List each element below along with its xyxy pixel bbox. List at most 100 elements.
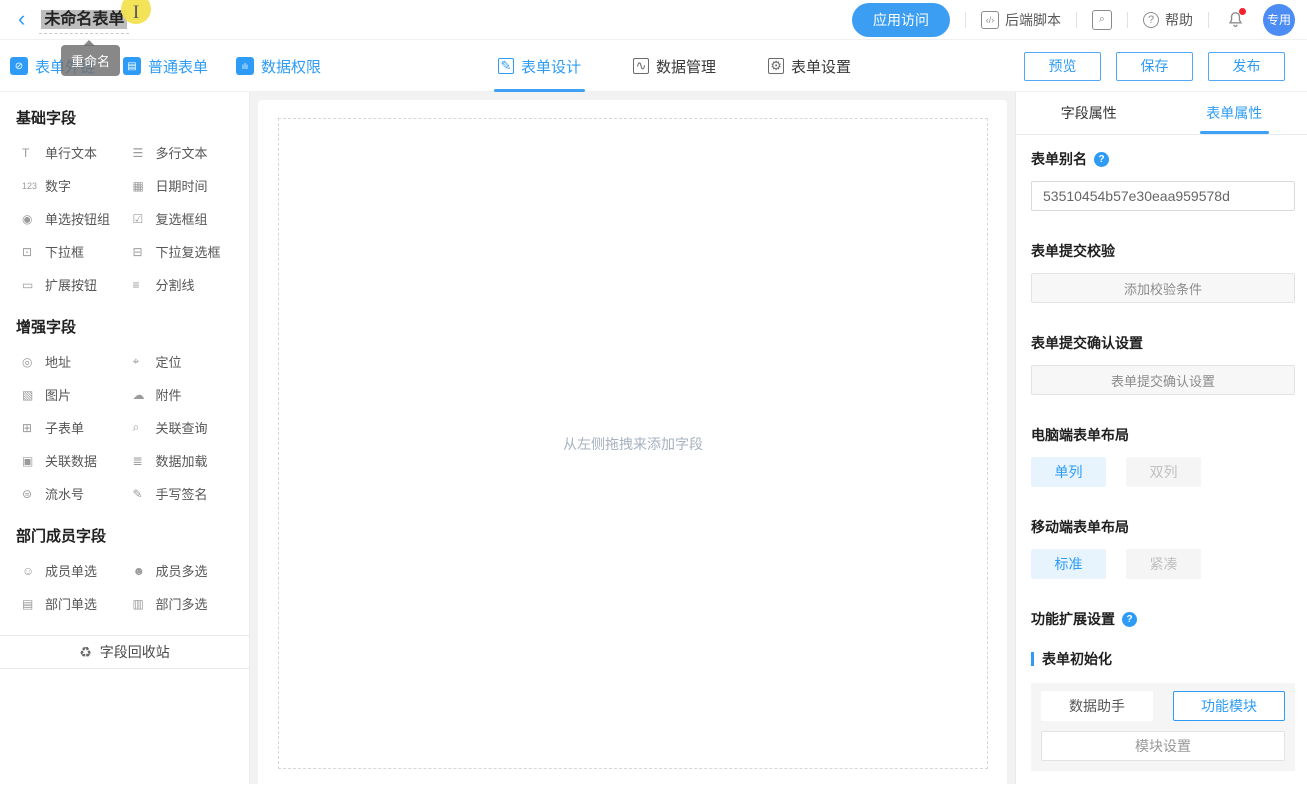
field-item-datetime[interactable]: ▦日期时间 bbox=[133, 169, 244, 202]
preview-button[interactable]: 预览 bbox=[1024, 52, 1101, 81]
submit-confirm-button[interactable]: 表单提交确认设置 bbox=[1031, 365, 1295, 395]
divider-icon: ≡ bbox=[133, 278, 153, 292]
field-item-member-multi[interactable]: ☻成员多选 bbox=[133, 554, 244, 587]
field-item-data-load[interactable]: ≣数据加载 bbox=[133, 444, 244, 477]
tab-form-design-label: 表单设计 bbox=[521, 56, 581, 77]
pc-layout-options: 单列 双列 bbox=[1031, 457, 1295, 487]
field-item-image[interactable]: ▧图片 bbox=[22, 378, 133, 411]
tab-field-properties[interactable]: 字段属性 bbox=[1016, 92, 1162, 134]
field-item-serial-number[interactable]: ⊜流水号 bbox=[22, 477, 133, 510]
tab-form-design[interactable]: ✎ 表单设计 bbox=[498, 40, 581, 92]
field-recycle-bin-button[interactable]: ♻ 字段回收站 bbox=[0, 635, 249, 669]
center-tabs: ✎ 表单设计 ∿ 数据管理 ⚙ 表单设置 bbox=[498, 40, 903, 92]
publish-button[interactable]: 发布 bbox=[1208, 52, 1285, 81]
field-label: 复选框组 bbox=[156, 209, 208, 228]
field-item-multi-line-text[interactable]: ☰多行文本 bbox=[133, 136, 244, 169]
field-label: 数据加载 bbox=[156, 451, 208, 470]
field-item-extend-button[interactable]: ▭扩展按钮 bbox=[22, 268, 133, 301]
audit-log-icon[interactable]: ⌕ bbox=[1092, 10, 1112, 30]
field-item-subform[interactable]: ⊞子表单 bbox=[22, 411, 133, 444]
field-item-checkbox-group[interactable]: ☑复选框组 bbox=[133, 202, 244, 235]
field-item-attachment[interactable]: ☁附件 bbox=[133, 378, 244, 411]
field-label: 流水号 bbox=[45, 484, 84, 503]
enhanced-fields-grid: ◎地址 ⌖定位 ▧图片 ☁附件 ⊞子表单 ⌕关联查询 ▣关联数据 ≣数据加载 ⊜… bbox=[0, 345, 249, 510]
data-load-icon: ≣ bbox=[133, 454, 153, 468]
field-label: 单行文本 bbox=[45, 143, 97, 162]
spacer bbox=[1153, 691, 1173, 721]
field-item-member-single[interactable]: ☺成员单选 bbox=[22, 554, 133, 587]
field-label: 部门单选 bbox=[45, 594, 97, 613]
field-item-signature[interactable]: ✎手写签名 bbox=[133, 477, 244, 510]
canvas-background: 从左侧拖拽来添加字段 bbox=[250, 92, 1015, 784]
search-doc-icon: ⌕ bbox=[133, 420, 153, 435]
data-assistant-button[interactable]: 数据助手 bbox=[1041, 691, 1153, 721]
field-item-divider[interactable]: ≡分割线 bbox=[133, 268, 244, 301]
field-label: 下拉复选框 bbox=[156, 242, 221, 261]
field-item-single-line-text[interactable]: T单行文本 bbox=[22, 136, 133, 169]
topbar: ‹ 未命名表单 I 重命名 应用访问 ‹/› 后端脚本 ⌕ ? 帮助 bbox=[0, 0, 1307, 40]
field-label: 子表单 bbox=[45, 418, 84, 437]
field-label: 多行文本 bbox=[156, 143, 208, 162]
tab-data-management-label: 数据管理 bbox=[656, 56, 716, 77]
properties-tabs: 字段属性 表单属性 bbox=[1016, 92, 1307, 135]
field-item-location[interactable]: ⌖定位 bbox=[133, 345, 244, 378]
recycle-icon: ♻ bbox=[79, 644, 92, 661]
avatar[interactable]: 专用 bbox=[1263, 4, 1295, 36]
module-settings-button[interactable]: 模块设置 bbox=[1041, 731, 1285, 761]
form-alias-label-row: 表单别名 ? bbox=[1031, 149, 1295, 169]
field-dropzone[interactable]: 从左侧拖拽来添加字段 bbox=[278, 118, 988, 769]
form-designer-app: ‹ 未命名表单 I 重命名 应用访问 ‹/› 后端脚本 ⌕ ? 帮助 bbox=[0, 0, 1307, 785]
save-button[interactable]: 保存 bbox=[1116, 52, 1193, 81]
data-permission-button[interactable]: ılı 数据权限 bbox=[236, 56, 321, 77]
text-cursor-icon: I bbox=[133, 2, 139, 24]
field-item-radio-group[interactable]: ◉单选按钮组 bbox=[22, 202, 133, 235]
people-icon: ☻ bbox=[133, 564, 153, 578]
add-validation-button[interactable]: 添加校验条件 bbox=[1031, 273, 1295, 303]
divider bbox=[965, 12, 966, 28]
extension-help-icon[interactable]: ? bbox=[1122, 612, 1137, 627]
field-palette-sidebar: 基础字段 T单行文本 ☰多行文本 123数字 ▦日期时间 ◉单选按钮组 ☑复选框… bbox=[0, 92, 250, 784]
field-item-related-query[interactable]: ⌕关联查询 bbox=[133, 411, 244, 444]
pc-layout-single-column[interactable]: 单列 bbox=[1031, 457, 1106, 487]
field-item-address[interactable]: ◎地址 bbox=[22, 345, 133, 378]
back-icon[interactable]: ‹ bbox=[18, 9, 25, 29]
section-basic-fields: 基础字段 bbox=[16, 107, 233, 128]
alias-help-icon[interactable]: ? bbox=[1094, 152, 1109, 167]
section-bar bbox=[1031, 652, 1034, 666]
form-title[interactable]: 未命名表单 bbox=[41, 10, 127, 29]
form-canvas: 从左侧拖拽来添加字段 bbox=[258, 100, 1007, 784]
form-toolbar: ⊘ 表单外链 ▤ 普通表单 ılı 数据权限 ✎ 表单设计 ∿ 数据管理 ⚙ bbox=[0, 40, 1307, 92]
tab-data-management[interactable]: ∿ 数据管理 bbox=[633, 40, 716, 92]
field-label: 图片 bbox=[45, 385, 71, 404]
field-label: 下拉框 bbox=[45, 242, 84, 261]
form-alias-input[interactable] bbox=[1031, 181, 1295, 211]
field-label: 定位 bbox=[156, 352, 182, 371]
bar-chart-icon: ılı bbox=[236, 57, 254, 75]
pc-layout-double-column[interactable]: 双列 bbox=[1126, 457, 1201, 487]
normal-form-button[interactable]: ▤ 普通表单 bbox=[123, 56, 208, 77]
field-item-dept-single[interactable]: ▤部门单选 bbox=[22, 587, 133, 620]
dropzone-placeholder: 从左侧拖拽来添加字段 bbox=[563, 434, 703, 454]
app-access-button[interactable]: 应用访问 bbox=[852, 3, 950, 37]
field-item-dropdown[interactable]: ⊡下拉框 bbox=[22, 235, 133, 268]
help-button[interactable]: ? 帮助 bbox=[1143, 10, 1193, 30]
topbar-right: 应用访问 ‹/› 后端脚本 ⌕ ? 帮助 专用 bbox=[852, 3, 1295, 37]
mobile-layout-compact[interactable]: 紧凑 bbox=[1126, 549, 1201, 579]
paperclip-icon: ⊘ bbox=[10, 57, 28, 75]
field-item-related-data[interactable]: ▣关联数据 bbox=[22, 444, 133, 477]
field-item-dept-multi[interactable]: ▥部门多选 bbox=[133, 587, 244, 620]
mobile-layout-standard[interactable]: 标准 bbox=[1031, 549, 1106, 579]
notifications-button[interactable] bbox=[1226, 10, 1245, 29]
image-icon: ▧ bbox=[22, 388, 42, 402]
field-item-number[interactable]: 123数字 bbox=[22, 169, 133, 202]
tab-form-settings[interactable]: ⚙ 表单设置 bbox=[768, 40, 851, 92]
form-title-field[interactable]: 未命名表单 bbox=[39, 5, 129, 34]
backend-script-button[interactable]: ‹/› 后端脚本 bbox=[981, 10, 1061, 30]
calendar-icon: ▦ bbox=[133, 179, 153, 193]
field-label: 地址 bbox=[45, 352, 71, 371]
field-item-dropdown-multi[interactable]: ⊟下拉复选框 bbox=[133, 235, 244, 268]
field-label: 数字 bbox=[45, 176, 71, 195]
field-label: 部门多选 bbox=[156, 594, 208, 613]
tab-form-properties[interactable]: 表单属性 bbox=[1162, 92, 1307, 134]
function-module-button[interactable]: 功能模块 bbox=[1173, 691, 1285, 721]
